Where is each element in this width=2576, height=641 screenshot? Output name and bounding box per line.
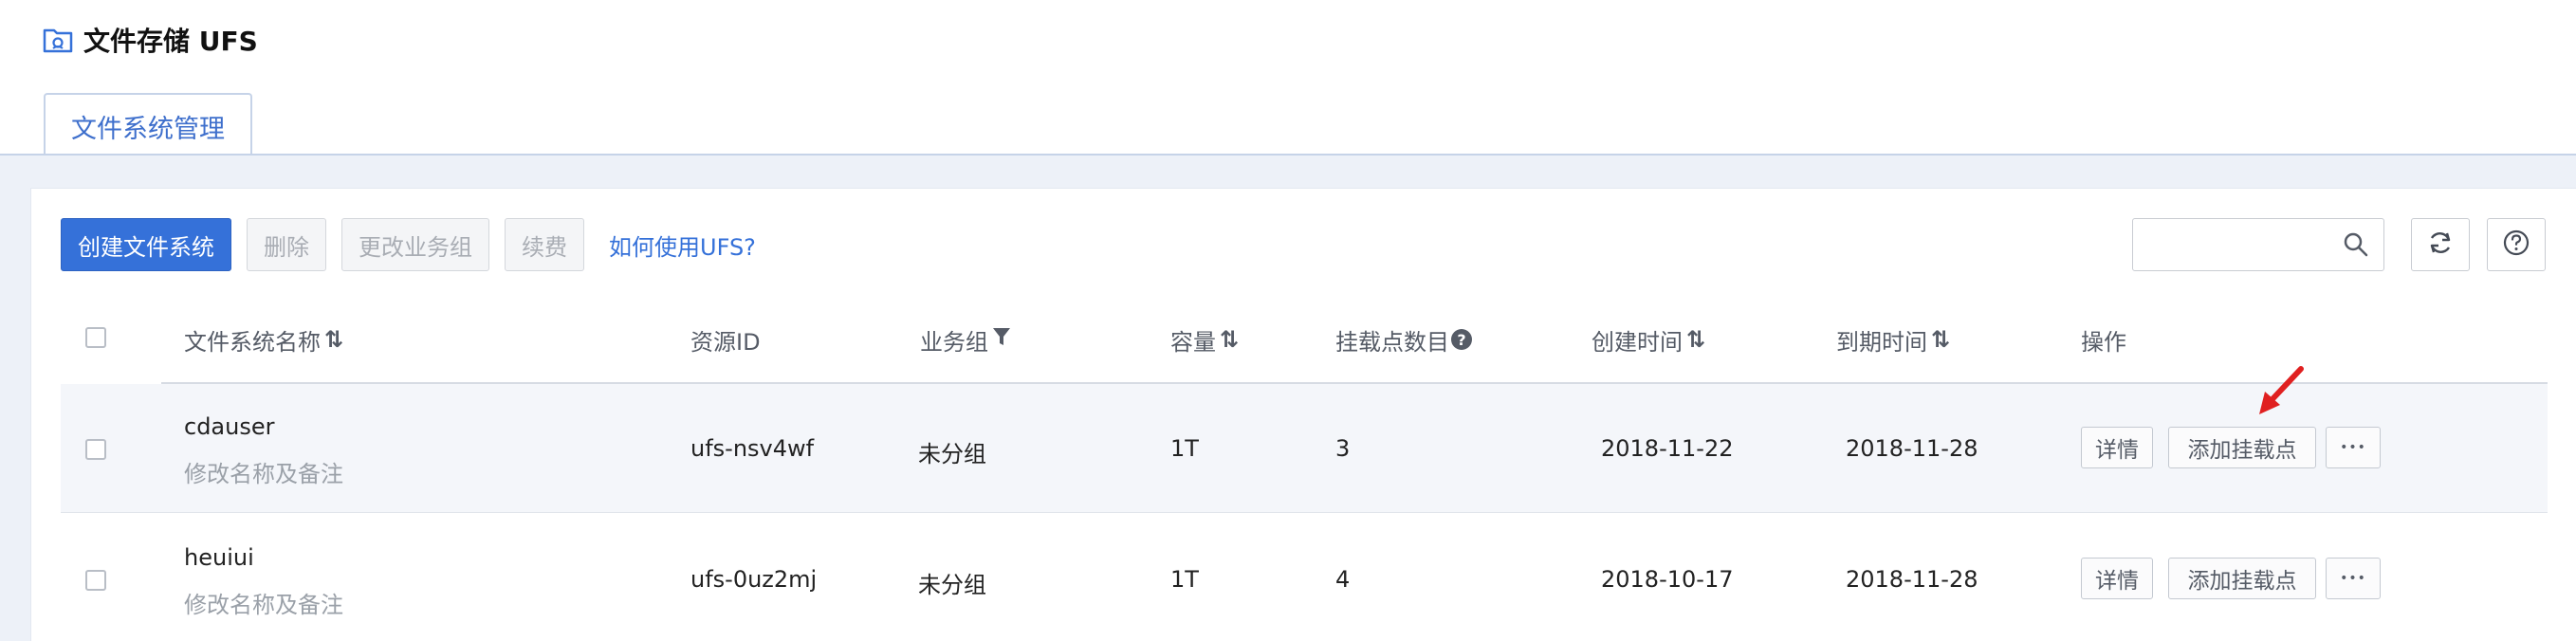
column-header-mount-count: 挂载点数目?: [1335, 320, 1472, 358]
mount-count: 3: [1335, 435, 1351, 462]
resource-id: ufs-nsv4wf: [690, 435, 815, 462]
how-to-use-ufs-link[interactable]: 如何使用UFS?: [609, 218, 756, 271]
column-header-created[interactable]: 创建时间 ⇅: [1592, 320, 1705, 358]
mount-count: 4: [1335, 566, 1351, 593]
row-checkbox[interactable]: [85, 439, 106, 460]
detail-button[interactable]: 详情: [2081, 427, 2153, 468]
page-title: 文件存储 UFS: [42, 19, 258, 61]
add-mount-point-button[interactable]: 添加挂载点: [2168, 427, 2316, 468]
created-time: 2018-11-22: [1601, 435, 1734, 462]
question-circle-icon: [2501, 228, 2531, 262]
capacity: 1T: [1170, 435, 1199, 462]
resource-id: ufs-0uz2mj: [690, 566, 818, 593]
row-checkbox[interactable]: [85, 570, 106, 591]
page-header: 文件存储 UFS 文件系统管理: [0, 0, 2576, 157]
group: 未分组: [918, 441, 986, 467]
search-box[interactable]: [2132, 218, 2384, 271]
column-header-capacity[interactable]: 容量 ⇅: [1170, 320, 1239, 358]
search-icon[interactable]: [2342, 230, 2370, 259]
expire-time: 2018-11-28: [1846, 435, 1978, 462]
edit-name-note-link[interactable]: 修改名称及备注: [184, 586, 343, 619]
column-header-name[interactable]: 文件系统名称 ⇅: [184, 320, 343, 358]
change-group-button[interactable]: 更改业务组: [341, 218, 489, 271]
more-actions-button[interactable]: •••: [2326, 427, 2381, 468]
storage-icon: [42, 24, 74, 56]
column-header-resource-id: 资源ID: [690, 328, 761, 356]
edit-name-note-link[interactable]: 修改名称及备注: [184, 455, 343, 488]
filter-icon[interactable]: [992, 326, 1011, 353]
renew-button[interactable]: 续费: [505, 218, 584, 271]
sort-icon[interactable]: ⇅: [1220, 326, 1239, 353]
refresh-button[interactable]: [2411, 218, 2470, 271]
file-system-name: heuiui: [184, 544, 254, 571]
file-system-name: cdauser: [184, 413, 275, 440]
sort-icon[interactable]: ⇅: [324, 326, 343, 353]
page-title-text: 文件存储 UFS: [83, 26, 258, 57]
column-header-actions: 操作: [2081, 328, 2126, 356]
capacity: 1T: [1170, 566, 1199, 593]
detail-button[interactable]: 详情: [2081, 558, 2153, 599]
search-input[interactable]: [2143, 219, 2332, 268]
create-file-system-button[interactable]: 创建文件系统: [61, 218, 231, 271]
created-time: 2018-10-17: [1601, 566, 1734, 593]
group: 未分组: [918, 572, 986, 598]
delete-button[interactable]: 删除: [247, 218, 326, 271]
tab-file-system-management[interactable]: 文件系统管理: [44, 93, 252, 157]
annotation-arrow: [2259, 366, 2304, 414]
column-header-group[interactable]: 业务组: [920, 320, 1011, 358]
help-button[interactable]: [2487, 218, 2546, 271]
column-header-expires[interactable]: 到期时间 ⇅: [1836, 320, 1950, 358]
refresh-icon: [2426, 229, 2455, 261]
help-icon[interactable]: ?: [1451, 329, 1472, 350]
sort-icon[interactable]: ⇅: [1931, 326, 1950, 353]
add-mount-point-button[interactable]: 添加挂载点: [2168, 558, 2316, 599]
select-all-checkbox[interactable]: [85, 327, 106, 348]
sort-icon[interactable]: ⇅: [1686, 326, 1705, 353]
more-actions-button[interactable]: •••: [2326, 558, 2381, 599]
expire-time: 2018-11-28: [1846, 566, 1978, 593]
